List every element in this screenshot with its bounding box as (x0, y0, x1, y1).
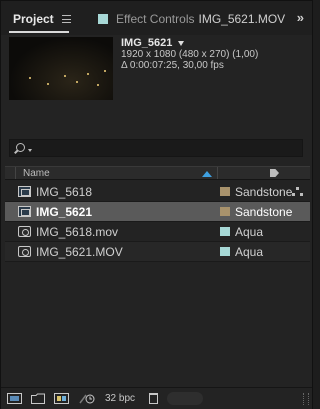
preview-title: IMG_5621 (121, 37, 173, 49)
item-name: IMG_5618 (36, 185, 93, 199)
item-label-name: Sandstone (235, 185, 293, 199)
chevron-down-icon[interactable] (178, 40, 185, 46)
preview-thumbnail (9, 37, 113, 100)
composition-icon (18, 186, 31, 197)
column-divider (15, 167, 16, 179)
project-items-list: IMG_5618 Sandstone IMG_5621 Sandstone IMG_56… (5, 182, 310, 262)
new-composition-icon[interactable] (54, 393, 69, 404)
preview-info: IMG_5621 1920 x 1080 (480 x 270) (1,00) … (121, 37, 259, 72)
tab-effect-controls-label: Effect Controls (116, 12, 195, 26)
tab-bar: Project Effect Controls IMG_5621.MOV » (1, 1, 312, 35)
project-panel: Project Effect Controls IMG_5621.MOV » IM… (0, 0, 313, 409)
flowchart-icon[interactable] (292, 187, 304, 197)
sort-ascending-icon[interactable] (202, 171, 212, 177)
label-color-swatch[interactable] (220, 247, 230, 256)
column-name-header[interactable]: Name (23, 168, 50, 179)
bottom-toolbar: 32 bpc (1, 387, 312, 409)
list-item[interactable]: IMG_5618 Sandstone (5, 182, 310, 201)
tab-effect-controls-target: IMG_5621.MOV (198, 12, 286, 26)
tab-project[interactable]: Project (7, 7, 77, 31)
tab-overflow-icon[interactable]: » (297, 10, 304, 25)
label-tag-icon[interactable] (270, 169, 279, 177)
list-item[interactable]: IMG_5618.mov Aqua (5, 222, 310, 241)
footage-icon (18, 246, 31, 257)
search-input[interactable] (9, 139, 303, 157)
item-name: IMG_5618.mov (36, 225, 119, 239)
item-label-name: Aqua (235, 245, 264, 259)
tab-project-label: Project (13, 12, 54, 26)
item-name: IMG_5621.MOV (36, 245, 123, 259)
interpret-footage-icon[interactable] (7, 393, 22, 404)
row-separator (5, 261, 310, 262)
list-item[interactable]: IMG_5621.MOV Aqua (5, 242, 310, 261)
panel-menu-icon[interactable] (61, 15, 71, 23)
active-tab-indicator (9, 31, 69, 33)
new-folder-icon[interactable] (31, 393, 45, 404)
item-name: IMG_5621 (36, 205, 93, 219)
resize-grip[interactable] (303, 393, 309, 405)
label-color-swatch[interactable] (220, 227, 230, 236)
scroll-pill[interactable] (167, 392, 203, 405)
column-divider (217, 167, 218, 179)
preview-resolution: 1920 x 1080 (480 x 270) (1,00) (121, 49, 259, 60)
trash-icon[interactable] (149, 393, 158, 404)
footage-icon (18, 226, 31, 237)
tab-effect-controls[interactable]: Effect Controls IMG_5621.MOV (98, 7, 285, 31)
label-color-swatch (98, 14, 108, 24)
search-icon (16, 143, 25, 152)
bit-depth-label[interactable]: 32 bpc (105, 393, 135, 404)
list-item[interactable]: IMG_5621 Sandstone (5, 202, 310, 221)
label-color-swatch[interactable] (220, 187, 230, 196)
preview-duration: Δ 0:00:07:25, 30,00 fps (121, 60, 224, 71)
item-label-name: Sandstone (235, 205, 293, 219)
search-options-chevron-icon[interactable] (28, 149, 32, 152)
item-label-name: Aqua (235, 225, 264, 239)
project-settings-icon[interactable] (79, 393, 95, 404)
column-header: Name (5, 166, 310, 180)
label-color-swatch[interactable] (220, 207, 230, 216)
composition-icon (18, 206, 31, 217)
